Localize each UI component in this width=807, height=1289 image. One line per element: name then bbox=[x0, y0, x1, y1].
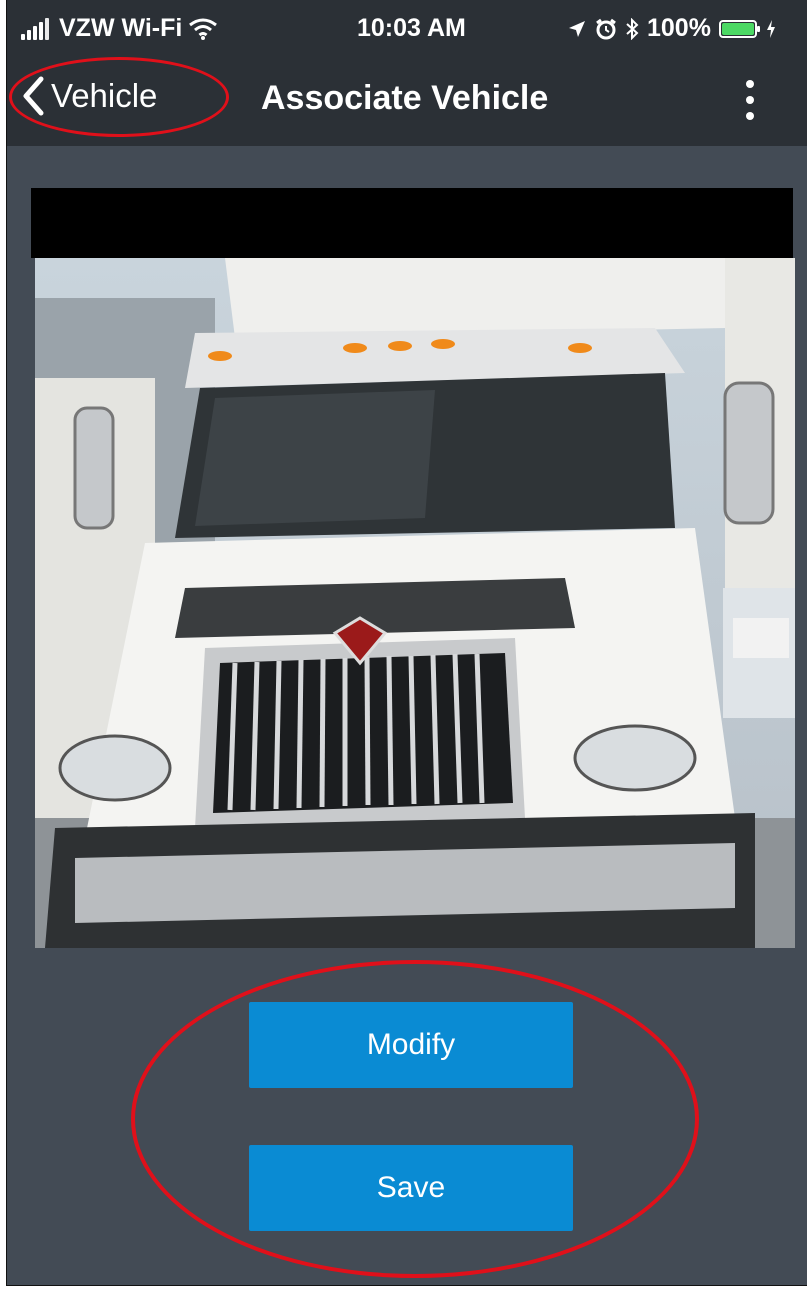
status-time: 10:03 AM bbox=[357, 14, 466, 42]
vehicle-photo bbox=[35, 258, 795, 948]
location-icon bbox=[569, 20, 585, 37]
buttons-annotation-ellipse bbox=[131, 960, 699, 1278]
alarm-icon bbox=[596, 18, 616, 39]
status-right: 100% bbox=[567, 14, 777, 43]
charging-icon bbox=[766, 19, 775, 38]
carrier-label: VZW Wi-Fi bbox=[59, 14, 183, 42]
signal-icon bbox=[21, 17, 49, 40]
status-left: VZW Wi-Fi bbox=[21, 14, 218, 43]
status-bar: VZW Wi-Fi 10:03 AM 100% bbox=[7, 0, 807, 54]
wifi-icon bbox=[189, 18, 218, 40]
back-annotation-ellipse bbox=[9, 57, 229, 137]
more-vertical-icon[interactable] bbox=[735, 78, 765, 122]
battery-percent: 100% bbox=[647, 14, 711, 42]
photo-letterbox bbox=[31, 188, 793, 258]
battery-fill bbox=[721, 22, 754, 35]
app-screen: VZW Wi-Fi 10:03 AM 100% Vehicle Associat… bbox=[6, 0, 807, 1286]
page-title: Associate Vehicle bbox=[261, 79, 549, 117]
bluetooth-icon bbox=[626, 17, 639, 40]
battery-icon bbox=[718, 19, 760, 38]
